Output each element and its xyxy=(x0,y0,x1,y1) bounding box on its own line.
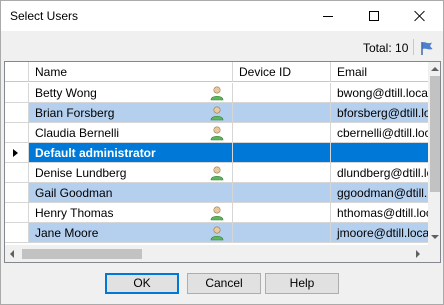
cell-email[interactable]: cbernelli@dtill.local xyxy=(331,123,431,143)
user-name: Default administrator xyxy=(35,146,156,160)
minimize-button[interactable] xyxy=(305,1,351,31)
header-row-selector xyxy=(5,62,29,82)
window-title: Select Users xyxy=(10,9,79,23)
table-row[interactable]: Jane Moore jmoore@dtill.local xyxy=(5,223,431,243)
cell-name[interactable]: Brian Forsberg xyxy=(29,103,233,123)
table-row[interactable]: Gail Goodman ggoodman@dtill.local xyxy=(5,183,431,203)
cell-email[interactable]: hthomas@dtill.local xyxy=(331,203,431,223)
row-selector[interactable] xyxy=(5,103,29,123)
close-button[interactable] xyxy=(397,1,443,31)
user-icon xyxy=(210,226,224,241)
maximize-button[interactable] xyxy=(351,1,397,31)
current-row-arrow-icon xyxy=(13,149,18,157)
minimize-icon xyxy=(323,15,333,17)
cell-name[interactable]: Henry Thomas xyxy=(29,203,233,223)
horizontal-scrollbar[interactable] xyxy=(5,245,428,262)
cell-email[interactable]: jmoore@dtill.local xyxy=(331,223,431,243)
column-header-email[interactable]: Email xyxy=(331,62,440,82)
user-icon xyxy=(210,86,224,101)
cell-device-id[interactable] xyxy=(233,163,331,183)
user-name: Brian Forsberg xyxy=(35,106,115,120)
user-name: Henry Thomas xyxy=(35,206,114,220)
cell-email[interactable]: ggoodman@dtill.local xyxy=(331,183,431,203)
table-row[interactable]: Betty Wong bwong@dtill.local xyxy=(5,83,431,103)
row-selector[interactable] xyxy=(5,123,29,143)
table-row[interactable]: Claudia Bernelli cbernelli@dtill.local xyxy=(5,123,431,143)
table-row[interactable]: Default administrator xyxy=(5,143,431,163)
table-row[interactable]: Henry Thomas hthomas@dtill.local xyxy=(5,203,431,223)
column-header-device-id[interactable]: Device ID xyxy=(233,62,331,82)
cell-device-id[interactable] xyxy=(233,223,331,243)
cell-email[interactable]: bwong@dtill.local xyxy=(331,83,431,103)
cell-device-id[interactable] xyxy=(233,103,331,123)
cell-name[interactable]: Betty Wong xyxy=(29,83,233,103)
flag-icon[interactable] xyxy=(419,40,435,56)
row-selector[interactable] xyxy=(5,143,29,163)
row-selector[interactable] xyxy=(5,163,29,183)
cell-device-id[interactable] xyxy=(233,83,331,103)
cell-device-id[interactable] xyxy=(233,123,331,143)
user-icon xyxy=(210,106,224,121)
cell-name[interactable]: Gail Goodman xyxy=(29,183,233,203)
toolbar-separator xyxy=(413,39,414,55)
cell-device-id[interactable] xyxy=(233,143,331,163)
user-name: Claudia Bernelli xyxy=(35,126,120,140)
cell-device-id[interactable] xyxy=(233,203,331,223)
cancel-button[interactable]: Cancel xyxy=(187,273,261,294)
scrollbar-corner xyxy=(428,245,440,262)
scroll-right-icon[interactable] xyxy=(416,250,420,258)
cell-name[interactable]: Jane Moore xyxy=(29,223,233,243)
user-icon xyxy=(210,166,224,181)
cell-email[interactable]: bforsberg@dtill.local xyxy=(331,103,431,123)
cell-email[interactable]: dlundberg@dtill.local xyxy=(331,163,431,183)
select-users-dialog: Select Users Total: 10 Name Device ID Em… xyxy=(0,0,444,305)
cell-name[interactable]: Default administrator xyxy=(29,143,233,163)
user-icon xyxy=(210,206,224,221)
cell-name[interactable]: Claudia Bernelli xyxy=(29,123,233,143)
row-selector[interactable] xyxy=(5,203,29,223)
row-selector[interactable] xyxy=(5,183,29,203)
user-name: Jane Moore xyxy=(35,226,99,240)
column-header-name[interactable]: Name xyxy=(29,62,233,82)
horizontal-scroll-thumb[interactable] xyxy=(22,249,142,259)
row-selector[interactable] xyxy=(5,223,29,243)
vertical-scrollbar[interactable] xyxy=(428,62,440,245)
title-bar: Select Users xyxy=(1,1,443,31)
row-selector[interactable] xyxy=(5,83,29,103)
help-button[interactable]: Help xyxy=(265,273,339,294)
user-name: Betty Wong xyxy=(35,86,97,100)
users-grid: Name Device ID Email Betty Wong bwong@dti… xyxy=(4,61,441,263)
ok-button[interactable]: OK xyxy=(105,273,179,294)
grid-header: Name Device ID Email xyxy=(5,62,440,82)
scroll-left-icon[interactable] xyxy=(10,250,14,258)
scroll-up-icon[interactable] xyxy=(431,67,439,71)
maximize-icon xyxy=(369,11,379,21)
close-icon xyxy=(414,10,426,22)
toolbar: Total: 10 xyxy=(1,33,443,61)
user-icon xyxy=(210,126,224,141)
user-name: Gail Goodman xyxy=(35,186,113,200)
cell-name[interactable]: Denise Lundberg xyxy=(29,163,233,183)
table-row[interactable]: Brian Forsberg bforsberg@dtill.local xyxy=(5,103,431,123)
scroll-down-icon[interactable] xyxy=(431,235,439,239)
vertical-scroll-thumb[interactable] xyxy=(430,76,440,192)
user-name: Denise Lundberg xyxy=(35,166,127,180)
total-count: Total: 10 xyxy=(363,41,409,55)
table-row[interactable]: Denise Lundberg dlundberg@dtill.local xyxy=(5,163,431,183)
column-header-name-label: Name xyxy=(35,65,68,79)
cell-email[interactable] xyxy=(331,143,431,163)
cell-device-id[interactable] xyxy=(233,183,331,203)
